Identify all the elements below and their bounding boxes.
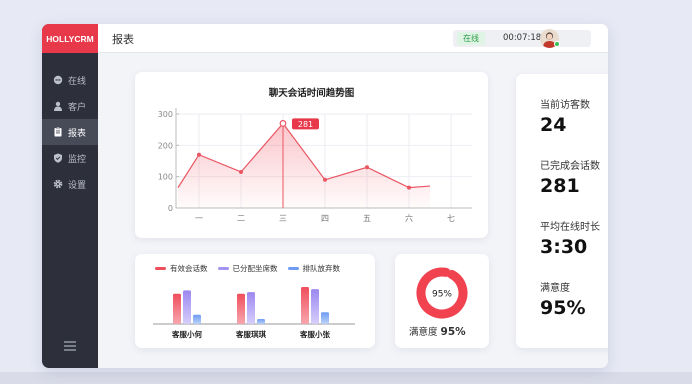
x-tick-label: 四 <box>321 214 329 223</box>
page-title: 报表 <box>112 33 134 46</box>
donut-caption: 满意度 95% <box>409 324 466 338</box>
gear-icon <box>53 179 63 189</box>
donut-center-label: 95% <box>432 290 452 300</box>
report-icon <box>53 127 63 137</box>
stat-completed-sessions: 已完成会话数 281 <box>540 157 600 197</box>
sidebar: HOLLYCRM 在线 客户 报表 监控 设置 <box>42 24 98 368</box>
bar[interactable] <box>247 292 255 324</box>
sidebar-item-label: 在线 <box>68 76 87 87</box>
bar[interactable] <box>257 318 265 324</box>
sidebar-item-label: 报表 <box>68 128 87 139</box>
x-tick-label: 三 <box>279 214 287 223</box>
trend-chart-card: 聊天会话时间趋势图 0 100 200 300 一二三四五六七 281 <box>135 72 488 238</box>
menu-icon[interactable] <box>64 341 76 351</box>
page-bottom-strip <box>0 372 692 384</box>
sidebar-item-label: 监控 <box>68 154 87 165</box>
bar[interactable] <box>173 293 181 324</box>
user-icon <box>53 101 63 111</box>
stat-value: 95% <box>540 297 586 319</box>
tooltip-value: 281 <box>298 120 313 129</box>
donut-value: 95% <box>440 326 466 338</box>
x-tick-label: 二 <box>237 214 245 223</box>
y-tick-label: 100 <box>158 173 173 182</box>
sidebar-item-label: 客户 <box>68 102 87 113</box>
x-tick-label: 七 <box>447 214 455 223</box>
stat-label: 已完成会话数 <box>540 161 600 172</box>
satisfaction-donut: 95% <box>416 267 468 319</box>
bar[interactable] <box>193 314 201 324</box>
stat-value: 281 <box>540 175 580 197</box>
sidebar-nav: 在线 客户 报表 监控 设置 <box>42 67 98 197</box>
session-timer: 00:07:18 <box>503 33 542 43</box>
status-badge[interactable]: 在线 <box>457 32 485 45</box>
app-window: HOLLYCRM 在线 客户 报表 监控 设置 报表 在线 00:07:18 聊… <box>42 24 608 368</box>
stats-card: 当前访客数 24 已完成会话数 281 平均在线时长 3:30 满意度 95% <box>516 74 608 348</box>
online-indicator <box>554 41 560 47</box>
shield-icon <box>53 153 63 163</box>
sidebar-item-monitor[interactable]: 监控 <box>42 145 98 171</box>
sidebar-item-online[interactable]: 在线 <box>42 67 98 93</box>
y-tick-label: 300 <box>158 110 173 119</box>
sidebar-item-reports[interactable]: 报表 <box>42 119 98 145</box>
bar[interactable] <box>237 293 245 324</box>
x-tick-label: 一 <box>195 214 203 223</box>
sidebar-item-customers[interactable]: 客户 <box>42 93 98 119</box>
x-tick-label: 五 <box>363 214 371 223</box>
data-point[interactable] <box>239 169 243 174</box>
stat-value: 24 <box>540 114 567 136</box>
top-bar: 报表 在线 00:07:18 <box>98 24 608 53</box>
stat-avg-online-time: 平均在线时长 3:30 <box>540 218 600 258</box>
stat-current-visitors: 当前访客数 24 <box>540 96 590 136</box>
agent-bar-chart: 客服小何 客服琪琪 客服小张 <box>153 287 355 339</box>
satisfaction-donut-card: 95% 满意度 95% <box>395 254 489 348</box>
bar[interactable] <box>321 312 329 324</box>
trend-line-chart: 0 100 200 300 一 二 三 四 五 六 七 281 <box>158 108 472 223</box>
y-tick-label: 0 <box>168 204 173 213</box>
data-point[interactable] <box>365 165 369 170</box>
brand-logo: HOLLYCRM <box>42 24 98 53</box>
y-tick-label: 200 <box>158 141 173 150</box>
stat-satisfaction: 满意度 95% <box>540 279 585 319</box>
donut-label: 满意度 <box>409 327 438 338</box>
stat-value: 3:30 <box>540 236 588 258</box>
stat-label: 当前访客数 <box>540 100 590 111</box>
bar[interactable] <box>311 289 319 324</box>
sidebar-item-settings[interactable]: 设置 <box>42 171 98 197</box>
x-tick-label: 六 <box>405 213 413 223</box>
x-tick-label: 客服琪琪 <box>235 329 266 339</box>
data-point[interactable] <box>323 177 327 182</box>
line-area <box>178 123 430 208</box>
bar[interactable] <box>183 290 191 324</box>
data-point[interactable] <box>197 152 201 157</box>
data-point[interactable] <box>407 185 411 190</box>
x-tick-label: 客服小何 <box>171 329 202 339</box>
x-tick-label: 客服小张 <box>299 329 330 339</box>
sidebar-item-label: 设置 <box>68 180 87 191</box>
chat-icon <box>53 75 63 85</box>
agent-bar-chart-card: 有效会话数 已分配坐席数 排队放弃数 客服小何 客服琪琪 客服小张 <box>135 254 375 348</box>
stat-label: 平均在线时长 <box>540 222 600 233</box>
agent-status-bar: 在线 00:07:18 <box>453 30 591 47</box>
data-point-active[interactable] <box>279 120 287 127</box>
bar[interactable] <box>301 287 309 324</box>
stat-label: 满意度 <box>540 283 570 294</box>
